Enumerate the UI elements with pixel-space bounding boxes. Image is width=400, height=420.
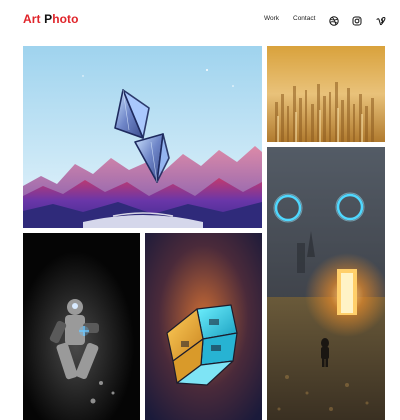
- logo-text-art: Art: [23, 12, 41, 26]
- vimeo-icon[interactable]: [376, 13, 386, 26]
- gallery-tile-crystal-pyramids[interactable]: [23, 46, 262, 228]
- site-logo[interactable]: Art Photo: [23, 12, 79, 26]
- nav-link-contact[interactable]: Contact: [293, 15, 315, 22]
- golden-pillars-image: [267, 46, 385, 142]
- astronaut-dark-image: [23, 233, 140, 420]
- gallery-tile-golden-pillars[interactable]: [267, 46, 385, 142]
- logo-text-p: P: [40, 12, 53, 26]
- cyan-gold-cube-image: [145, 233, 262, 420]
- crystal-pyramids-image: [23, 46, 262, 228]
- instagram-icon[interactable]: [352, 13, 362, 26]
- dribbble-icon[interactable]: [329, 13, 339, 26]
- logo-text-hoto: hoto: [52, 12, 79, 26]
- gallery-tile-glowing-eyes-portal[interactable]: [267, 147, 385, 420]
- glowing-eyes-portal-image: [267, 147, 385, 420]
- gallery-tile-cyan-gold-cube[interactable]: [145, 233, 262, 420]
- nav-link-work[interactable]: Work: [264, 15, 279, 22]
- site-header: Art Photo Work Contact: [0, 0, 400, 40]
- gallery-tile-astronaut-dark[interactable]: [23, 233, 140, 420]
